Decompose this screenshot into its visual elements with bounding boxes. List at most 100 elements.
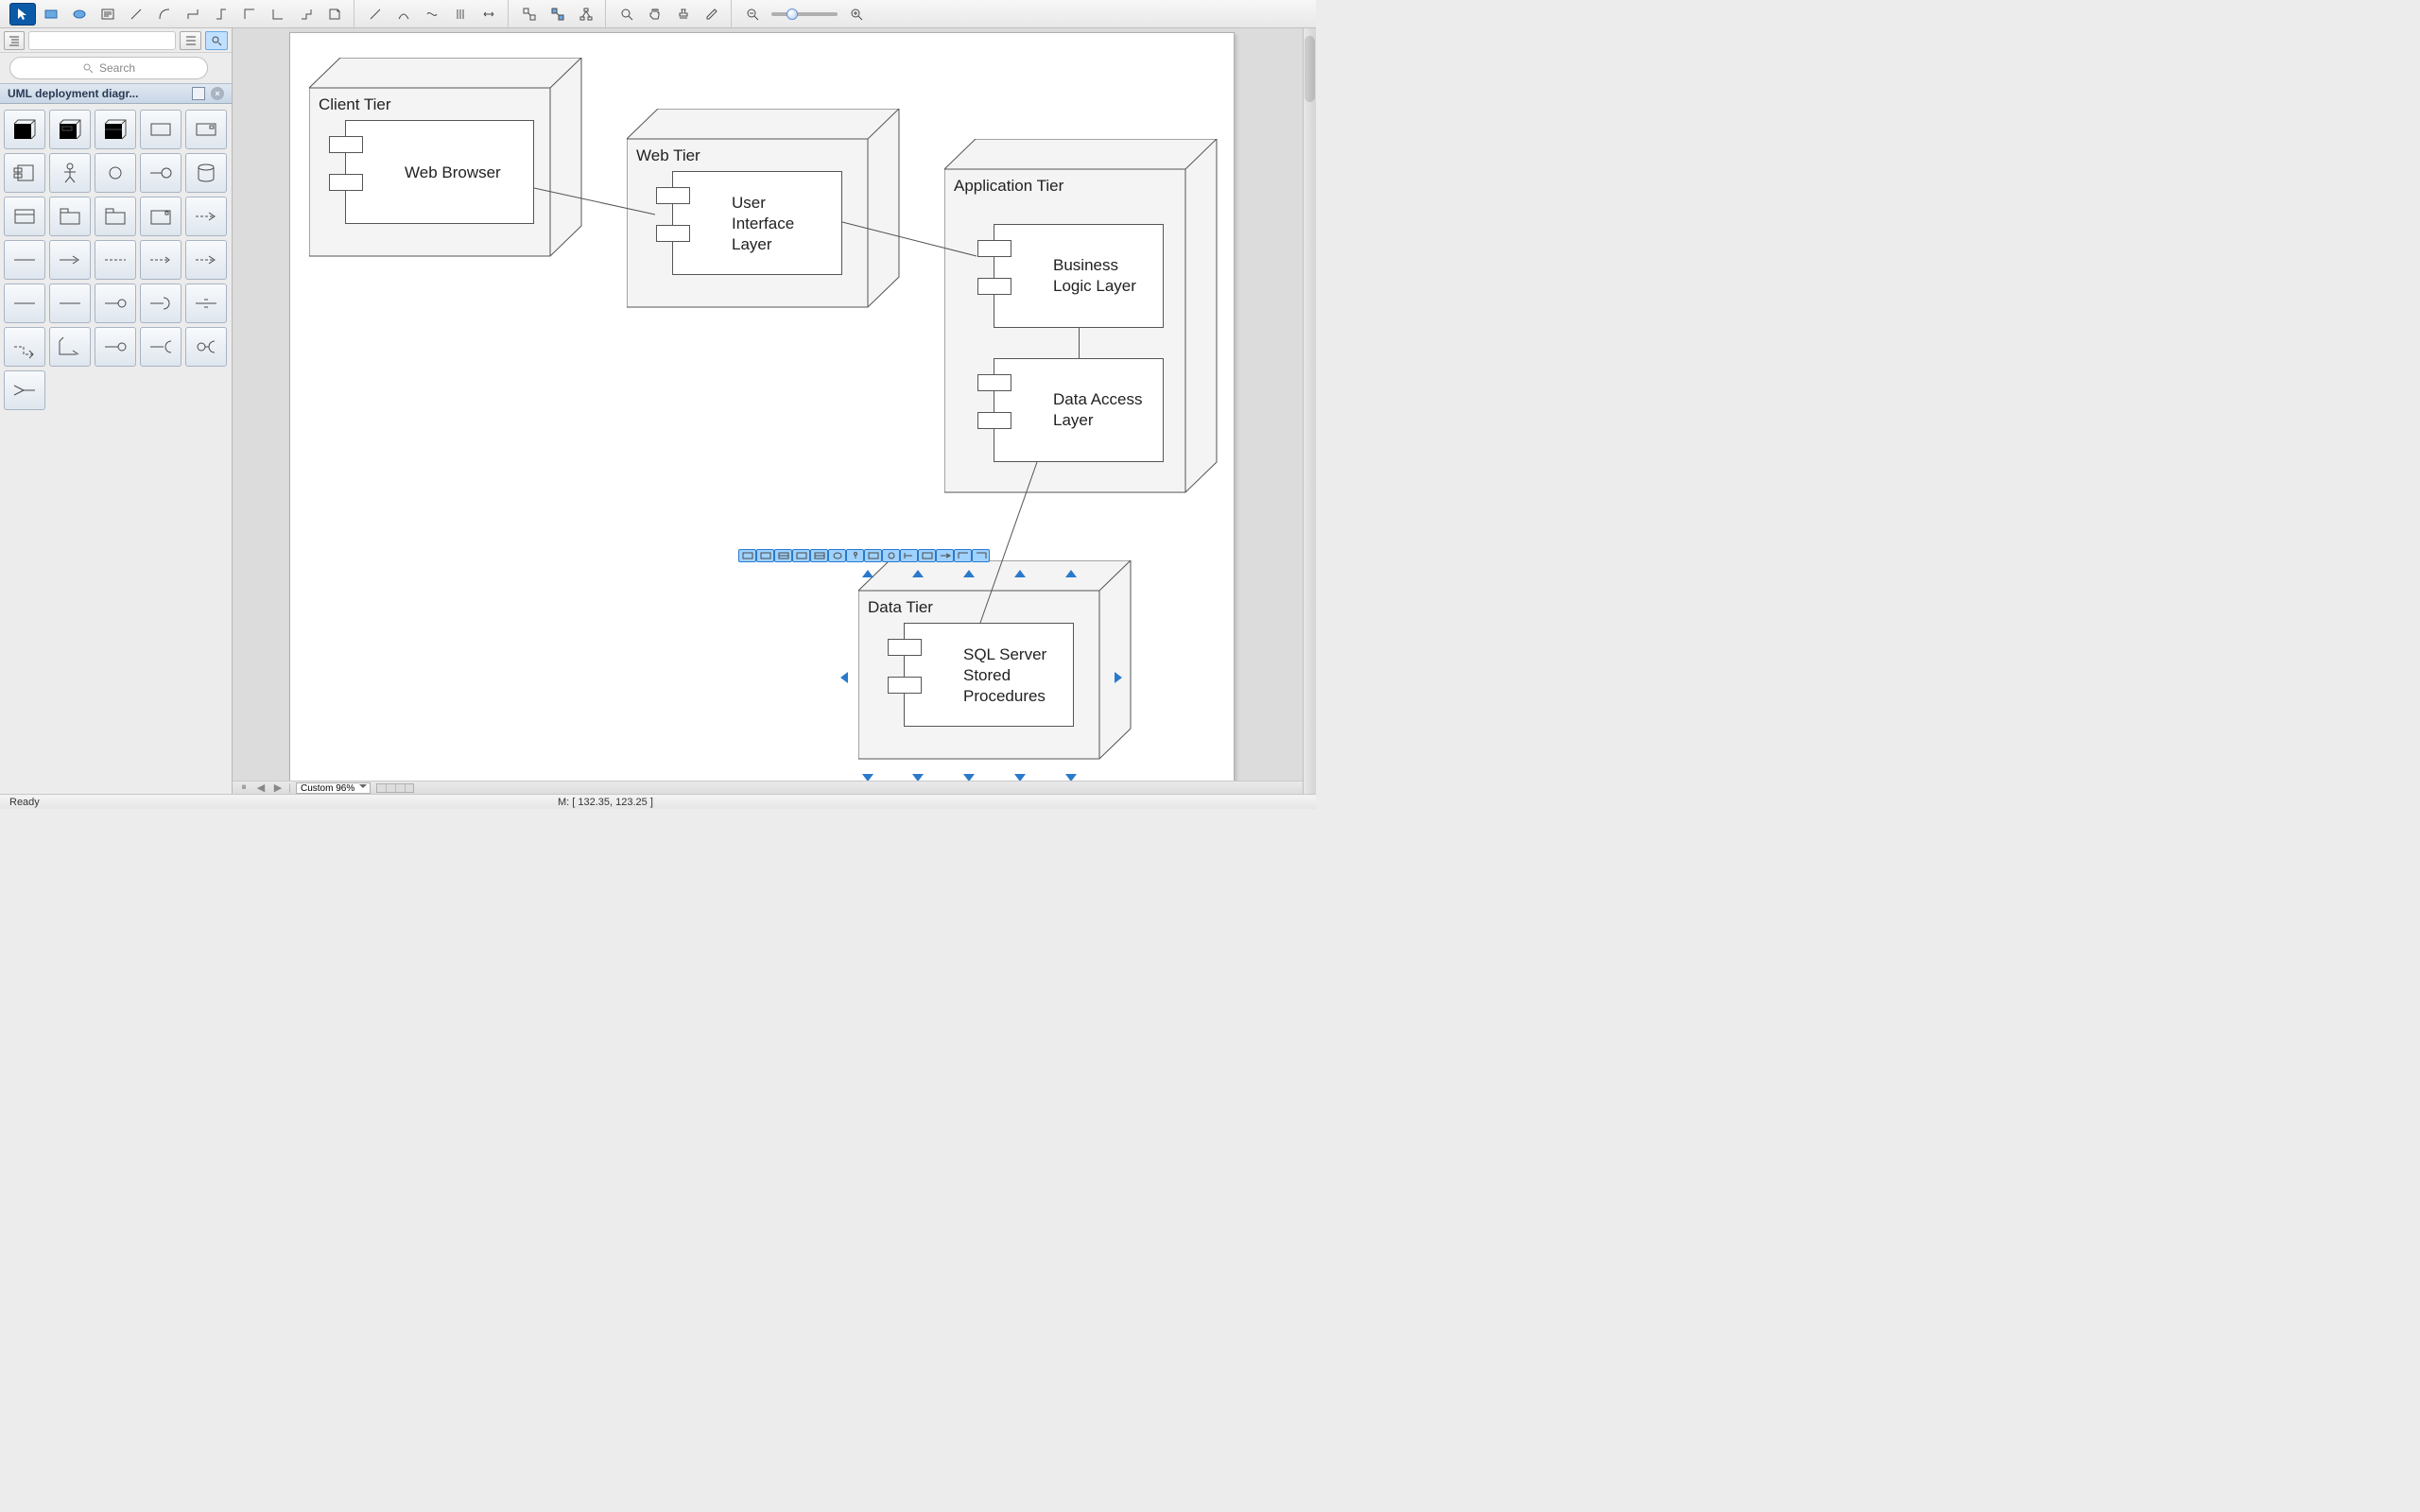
stencil-line-dashed[interactable] xyxy=(95,240,136,280)
smart-action-14[interactable] xyxy=(972,549,990,562)
note-tool[interactable] xyxy=(321,3,348,26)
canvas[interactable]: Client Tier Web Browser Web Tier xyxy=(233,28,1316,794)
smart-action-7[interactable] xyxy=(846,549,864,562)
stencil-line-circle[interactable] xyxy=(95,284,136,323)
connector-orth-5[interactable] xyxy=(293,3,320,26)
stencil-pin-icon[interactable] xyxy=(192,87,205,100)
line-tool-5[interactable] xyxy=(475,3,502,26)
smart-action-10[interactable] xyxy=(900,549,918,562)
sel-arrow-up-1[interactable] xyxy=(862,570,873,577)
stencil-node-3d-3[interactable] xyxy=(95,110,136,149)
page-next[interactable]: ▶ xyxy=(272,782,284,794)
connector-straight[interactable] xyxy=(123,3,149,26)
line-tool-4[interactable] xyxy=(447,3,474,26)
component-ui-layer[interactable]: User Interface Layer xyxy=(672,171,842,275)
line-tool-2[interactable] xyxy=(390,3,417,26)
stencil-connector-orth[interactable] xyxy=(49,327,91,367)
smart-action-8[interactable] xyxy=(864,549,882,562)
stencil-search-input[interactable]: Search xyxy=(9,57,208,79)
smart-action-9[interactable] xyxy=(882,549,900,562)
stencil-line-socket[interactable] xyxy=(140,284,182,323)
zoom-dropdown[interactable]: Custom 96% xyxy=(296,782,371,794)
layout-2[interactable] xyxy=(544,3,571,26)
stencil-header[interactable]: UML deployment diagr... × xyxy=(0,83,232,104)
smart-action-6[interactable] xyxy=(828,549,846,562)
stencil-folder-2[interactable] xyxy=(95,197,136,236)
connector-orth-3[interactable] xyxy=(236,3,263,26)
connector-orth-2[interactable] xyxy=(208,3,234,26)
pointer-tool[interactable] xyxy=(9,3,36,26)
sel-arrow-up-3[interactable] xyxy=(963,570,975,577)
connector-orth-4[interactable] xyxy=(265,3,291,26)
sel-arrow-up-2[interactable] xyxy=(912,570,924,577)
stencil-arrow-dashed[interactable] xyxy=(185,197,227,236)
stencil-line-arrow[interactable] xyxy=(49,240,91,280)
stencil-component[interactable] xyxy=(4,153,45,193)
stencil-node-3d[interactable] xyxy=(4,110,45,149)
line-tool-3[interactable] xyxy=(419,3,445,26)
smart-action-2[interactable] xyxy=(756,549,774,562)
list-view-button[interactable] xyxy=(180,31,202,50)
connector-orth-1[interactable] xyxy=(180,3,206,26)
stencil-line-circle-2[interactable] xyxy=(95,327,136,367)
stencil-rect[interactable] xyxy=(140,110,182,149)
zoom-tool[interactable] xyxy=(614,3,640,26)
stencil-line-plain[interactable] xyxy=(4,240,45,280)
stencil-line-socket-2[interactable] xyxy=(140,327,182,367)
outline-filter-input[interactable] xyxy=(28,31,176,50)
component-web-browser[interactable]: Web Browser xyxy=(345,120,534,224)
pan-tool[interactable] xyxy=(642,3,668,26)
stencil-node-3d-2[interactable] xyxy=(49,110,91,149)
layout-3[interactable] xyxy=(573,3,599,26)
view-segments[interactable] xyxy=(376,783,414,793)
ellipse-tool[interactable] xyxy=(66,3,93,26)
stamp-tool[interactable] xyxy=(670,3,697,26)
smart-action-5[interactable] xyxy=(810,549,828,562)
stencil-actor[interactable] xyxy=(49,153,91,193)
layout-1[interactable] xyxy=(516,3,543,26)
stencil-assoc-2[interactable] xyxy=(49,284,91,323)
component-business-logic[interactable]: Business Logic Layer xyxy=(994,224,1164,328)
sel-arrow-left[interactable] xyxy=(840,672,848,683)
smart-action-4[interactable] xyxy=(792,549,810,562)
page-prev[interactable]: ◀ xyxy=(255,782,267,794)
component-sql-sp[interactable]: SQL Server Stored Procedures xyxy=(904,623,1074,727)
stencil-database[interactable] xyxy=(185,153,227,193)
smart-action-12[interactable] xyxy=(936,549,954,562)
smart-action-11[interactable] xyxy=(918,549,936,562)
line-tool-1[interactable] xyxy=(362,3,389,26)
vertical-scrollbar[interactable] xyxy=(1303,28,1316,794)
stencil-rect-hdr[interactable] xyxy=(4,197,45,236)
stencil-line-brace[interactable] xyxy=(185,284,227,323)
zoom-slider[interactable] xyxy=(771,12,838,16)
connector-curved[interactable] xyxy=(151,3,178,26)
node-client-tier[interactable]: Client Tier Web Browser xyxy=(309,58,583,258)
outline-view-icon[interactable] xyxy=(4,31,25,50)
sel-arrow-right[interactable] xyxy=(1115,672,1122,683)
text-tool[interactable] xyxy=(95,3,121,26)
stencil-close-icon[interactable]: × xyxy=(211,87,224,100)
zoom-slider-thumb[interactable] xyxy=(786,9,798,20)
stencil-line-dashed-arrow[interactable] xyxy=(140,240,182,280)
stencil-lollipop[interactable] xyxy=(140,153,182,193)
node-web-tier[interactable]: Web Tier User Interface Layer xyxy=(627,109,901,309)
stencil-rect-tab[interactable] xyxy=(185,110,227,149)
stencil-connector-dashed-orth[interactable] xyxy=(4,327,45,367)
sel-arrow-up-4[interactable] xyxy=(1014,570,1026,577)
zoom-in-button[interactable] xyxy=(843,3,870,26)
stencil-box-tab[interactable] xyxy=(140,197,182,236)
node-data-tier[interactable]: Data Tier SQL Server Stored Procedures xyxy=(858,560,1132,761)
stencil-assoc[interactable] xyxy=(4,284,45,323)
diagram-page[interactable]: Client Tier Web Browser Web Tier xyxy=(289,32,1235,794)
zoom-out-button[interactable] xyxy=(739,3,766,26)
smart-action-13[interactable] xyxy=(954,549,972,562)
smart-action-1[interactable] xyxy=(738,549,756,562)
smart-action-3[interactable] xyxy=(774,549,792,562)
stencil-circle[interactable] xyxy=(95,153,136,193)
scrollbar-thumb[interactable] xyxy=(1305,36,1315,102)
stencil-line-dashed-open[interactable] xyxy=(185,240,227,280)
stencil-folder[interactable] xyxy=(49,197,91,236)
stencil-ball-socket[interactable] xyxy=(185,327,227,367)
pencil-tool[interactable] xyxy=(699,3,725,26)
node-application-tier[interactable]: Application Tier Business Logic Layer Da… xyxy=(944,139,1219,494)
